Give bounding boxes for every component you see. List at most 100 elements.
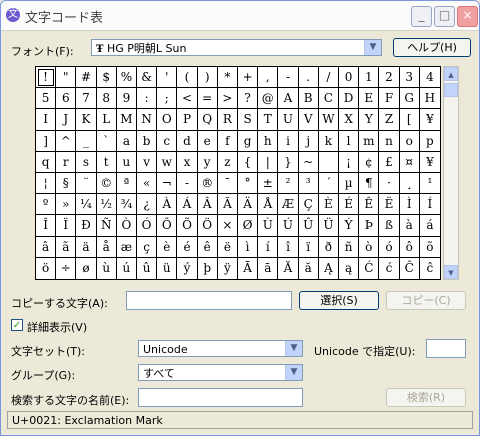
char-cell[interactable]: P: [177, 109, 198, 131]
char-cell[interactable]: _: [76, 130, 97, 152]
char-cell[interactable]: Ü: [318, 215, 339, 237]
char-cell[interactable]: ñ: [339, 236, 360, 258]
char-cell[interactable]: p: [419, 131, 440, 152]
scroll-up-icon[interactable]: ▲: [444, 67, 458, 81]
char-cell[interactable]: ¬: [157, 173, 178, 195]
char-cell[interactable]: W: [318, 109, 339, 131]
char-cell[interactable]: ´: [318, 173, 339, 195]
char-cell[interactable]: 9: [116, 88, 137, 110]
char-cell[interactable]: Ð: [76, 215, 97, 237]
char-cell[interactable]: À: [157, 194, 178, 216]
char-cell[interactable]: ¿: [137, 194, 158, 216]
char-cell[interactable]: ±: [258, 173, 279, 195]
char-cell[interactable]: Ô: [157, 215, 178, 237]
char-cell[interactable]: !: [36, 67, 57, 89]
char-cell[interactable]: £: [379, 151, 400, 173]
char-cell[interactable]: ÿ: [218, 257, 238, 279]
char-cell[interactable]: -: [177, 173, 198, 195]
char-cell[interactable]: á: [419, 215, 440, 237]
scroll-thumb[interactable]: [444, 83, 458, 97]
title-bar[interactable]: 文 文字コード表 _ □ ×: [1, 1, 479, 31]
char-cell[interactable]: ': [157, 67, 178, 89]
char-cell[interactable]: a: [116, 130, 137, 152]
char-cell[interactable]: f: [217, 130, 238, 152]
char-cell[interactable]: Ú: [278, 215, 299, 237]
char-cell[interactable]: 1: [359, 67, 380, 89]
char-cell[interactable]: Q: [197, 109, 218, 131]
chevron-down-icon[interactable]: ▼: [285, 341, 302, 356]
char-cell[interactable]: $: [96, 67, 117, 89]
char-cell[interactable]: Ç: [298, 194, 319, 216]
char-cell[interactable]: s: [76, 151, 97, 173]
char-cell[interactable]: ó: [379, 236, 400, 258]
char-cell[interactable]: Õ: [177, 215, 198, 237]
font-select[interactable]: Ŧ HG P明朝L Sun ▼: [91, 39, 382, 56]
char-cell[interactable]: ,: [258, 67, 279, 89]
char-cell[interactable]: Ć: [359, 257, 380, 279]
char-cell[interactable]: &: [137, 67, 158, 89]
char-cell[interactable]: X: [339, 109, 360, 131]
char-cell[interactable]: ®: [197, 173, 218, 195]
char-cell[interactable]: Æ: [278, 194, 299, 216]
char-cell[interactable]: Y: [359, 109, 380, 131]
char-cell[interactable]: :: [137, 88, 158, 110]
char-cell[interactable]: x: [177, 151, 198, 173]
char-cell[interactable]: û: [137, 257, 158, 279]
char-cell[interactable]: ü: [157, 257, 178, 279]
char-cell[interactable]: I: [36, 109, 57, 131]
char-cell[interactable]: 4: [419, 67, 440, 89]
char-cell[interactable]: Ý: [339, 215, 360, 237]
char-cell[interactable]: U: [278, 109, 299, 131]
char-cell[interactable]: v: [137, 151, 158, 173]
char-cell[interactable]: ²: [278, 173, 299, 195]
char-cell[interactable]: }: [278, 151, 299, 173]
char-cell[interactable]: *: [217, 67, 238, 89]
char-cell[interactable]: ¨: [76, 173, 97, 195]
char-cell[interactable]: +: [238, 67, 259, 89]
char-cell[interactable]: ă: [299, 257, 319, 279]
char-cell[interactable]: ¤: [399, 151, 420, 173]
scroll-down-icon[interactable]: ▼: [444, 265, 458, 279]
char-cell[interactable]: R: [217, 109, 238, 131]
char-cell[interactable]: ò: [359, 236, 380, 258]
char-cell[interactable]: Ø: [238, 215, 259, 237]
char-cell[interactable]: m: [359, 130, 380, 152]
char-cell[interactable]: Á: [177, 194, 198, 216]
maximize-button[interactable]: □: [434, 6, 455, 27]
char-cell[interactable]: Ê: [359, 194, 380, 216]
char-cell[interactable]: E: [359, 88, 380, 110]
char-cell[interactable]: {: [238, 151, 259, 173]
char-cell[interactable]: h: [258, 130, 279, 152]
char-cell[interactable]: Z: [379, 109, 400, 131]
char-cell[interactable]: z: [217, 151, 238, 173]
char-cell[interactable]: ú: [117, 257, 137, 279]
char-cell[interactable]: Ã: [217, 194, 238, 216]
char-cell[interactable]: B: [298, 88, 319, 110]
char-cell[interactable]: ~: [298, 151, 319, 173]
char-cell[interactable]: þ: [198, 257, 218, 279]
char-cell[interactable]: ĉ: [420, 258, 440, 279]
char-cell[interactable]: ·: [379, 173, 400, 195]
character-grid[interactable]: ! " # $% & '() * +, -./0 1 2 3 4 5 6 7 8 9:; < = >? @ A B C D E F G H…: [35, 66, 441, 280]
char-cell[interactable]: (: [177, 67, 198, 89]
search-input[interactable]: [138, 388, 303, 407]
char-cell[interactable]: d: [177, 130, 198, 152]
char-cell[interactable]: L: [96, 109, 117, 131]
char-cell[interactable]: »: [56, 194, 77, 216]
char-cell[interactable]: 7: [76, 88, 97, 110]
chevron-down-icon[interactable]: ▼: [364, 40, 381, 55]
char-cell[interactable]: S: [238, 109, 259, 131]
char-cell[interactable]: 6: [56, 88, 77, 110]
char-cell[interactable]: Ā: [238, 257, 259, 279]
char-cell[interactable]: Ĉ: [400, 257, 420, 279]
char-cell[interactable]: Ó: [137, 215, 158, 237]
char-cell[interactable]: A: [278, 88, 299, 110]
select-button[interactable]: 選択(S): [299, 291, 379, 310]
char-cell[interactable]: É: [339, 194, 360, 216]
char-cell[interactable]: é: [177, 236, 198, 258]
char-cell[interactable]: D: [339, 88, 360, 110]
char-cell[interactable]: G: [399, 88, 420, 110]
grid-scrollbar[interactable]: ▲ ▼: [443, 66, 459, 280]
char-cell[interactable]: Å: [258, 194, 279, 216]
char-cell[interactable]: r: [56, 151, 77, 173]
